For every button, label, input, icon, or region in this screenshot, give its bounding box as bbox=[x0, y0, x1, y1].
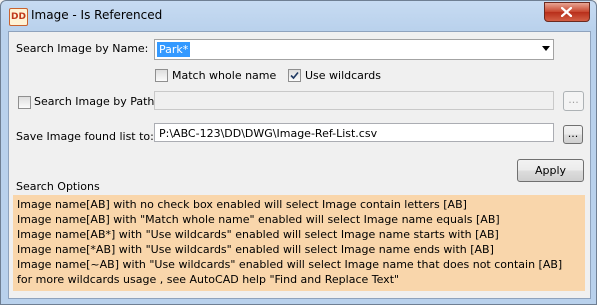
search-options-panel: Image name[AB] with no check box enabled… bbox=[13, 195, 585, 291]
title-bar[interactable]: DD Image - Is Referenced bbox=[1, 1, 596, 31]
search-name-combobox[interactable]: Park* bbox=[154, 39, 554, 60]
save-list-path-field[interactable]: P:\ABC-123\DD\DWG\Image-Ref-List.csv bbox=[154, 123, 554, 142]
use-wildcards-checkbox[interactable] bbox=[288, 69, 301, 82]
checkmark-icon bbox=[290, 71, 299, 80]
save-list-browse-button[interactable]: ... bbox=[563, 125, 583, 144]
window-title: Image - Is Referenced bbox=[31, 8, 163, 22]
search-by-path-checkbox[interactable] bbox=[18, 96, 31, 109]
match-whole-name-label[interactable]: Match whole name bbox=[172, 69, 276, 82]
search-options-heading: Search Options bbox=[16, 180, 100, 193]
apply-button[interactable]: Apply bbox=[517, 159, 584, 182]
close-button[interactable] bbox=[544, 2, 590, 22]
use-wildcards-label[interactable]: Use wildcards bbox=[305, 69, 381, 82]
search-option-line: Image name[AB] with "Match whole name" e… bbox=[17, 213, 500, 226]
search-option-line: Image name[~AB] with "Use wildcards" ena… bbox=[17, 258, 563, 271]
search-option-line: Image name[AB] with no check box enabled… bbox=[17, 198, 467, 211]
search-option-line: Image name[AB*] with "Use wildcards" ena… bbox=[17, 228, 499, 241]
save-list-label: Save Image found list to: bbox=[16, 130, 154, 143]
match-whole-name-checkbox[interactable] bbox=[155, 69, 168, 82]
search-option-line: for more wildcards usage , see AutoCAD h… bbox=[17, 273, 400, 286]
dialog-window: DD Image - Is Referenced Search Image by… bbox=[0, 0, 597, 305]
search-by-path-label[interactable]: Search Image by Path bbox=[34, 95, 154, 108]
close-x-icon bbox=[561, 7, 572, 17]
chevron-down-icon[interactable] bbox=[542, 46, 550, 51]
dialog-body: Search Image by Name: Park* Match whole … bbox=[8, 31, 591, 299]
search-path-field[interactable] bbox=[154, 91, 554, 110]
search-path-browse-button[interactable]: ... bbox=[563, 91, 584, 111]
search-name-label: Search Image by Name: bbox=[16, 42, 149, 55]
autocad-app-icon: DD bbox=[9, 8, 28, 26]
search-name-value[interactable]: Park* bbox=[157, 42, 191, 57]
search-option-line: Image name[*AB] with "Use wildcards" ena… bbox=[17, 243, 494, 256]
